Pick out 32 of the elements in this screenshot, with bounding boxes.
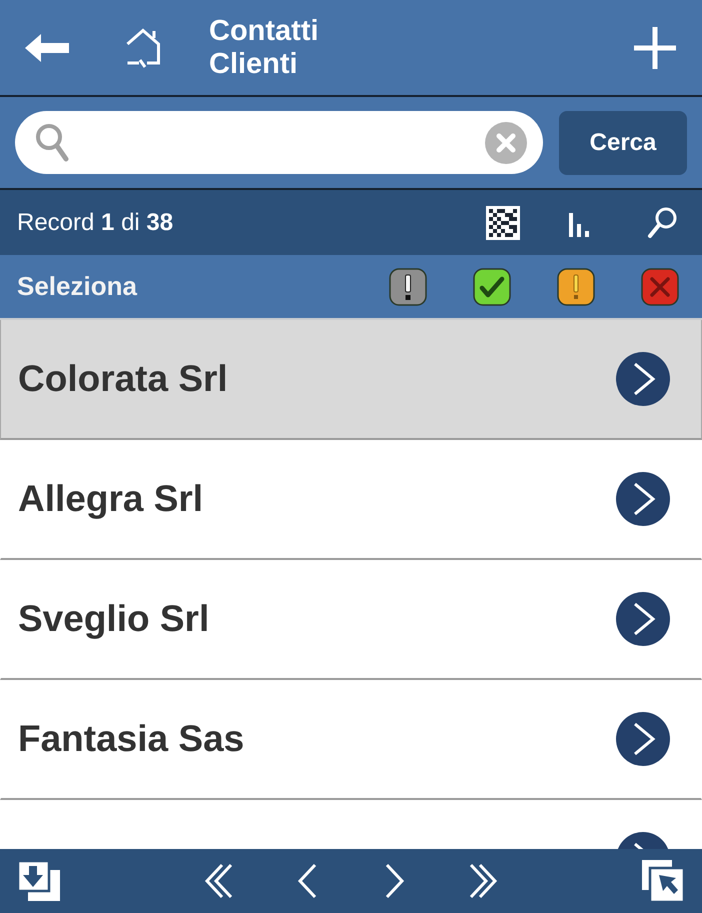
cross-icon[interactable] <box>641 268 679 306</box>
exclamation-icon[interactable] <box>557 268 595 306</box>
company-name: Sveglio Srl <box>18 598 210 640</box>
chevron-circle-icon[interactable] <box>616 352 670 406</box>
company-name: Fantasia Sas <box>18 718 244 760</box>
home-button[interactable] <box>125 28 161 68</box>
page-title: Contatti Clienti <box>209 14 320 80</box>
qr-code-icon <box>486 206 520 240</box>
search-button[interactable] <box>647 206 677 238</box>
select-label: Seleziona <box>17 271 137 302</box>
search-icon <box>35 122 69 162</box>
download-icon <box>18 861 60 901</box>
back-arrow-icon <box>25 34 69 62</box>
chevron-circle-icon[interactable] <box>616 592 670 646</box>
company-name: Allegra Srl <box>18 478 204 520</box>
chevron-circle-icon[interactable] <box>616 712 670 766</box>
search-button[interactable]: Cerca <box>559 110 687 174</box>
checkmark-icon[interactable] <box>473 268 511 306</box>
record-counter: Record 1 di 38 <box>17 208 174 236</box>
select-window-button[interactable] <box>642 860 684 902</box>
list-row[interactable]: Colorata Srl <box>0 320 702 440</box>
window-cursor-icon <box>642 860 684 902</box>
back-button[interactable] <box>25 34 69 62</box>
qr-code-button[interactable] <box>486 206 520 240</box>
add-button[interactable] <box>634 26 676 68</box>
company-name: Colorata Srl <box>18 358 228 400</box>
download-button[interactable] <box>18 861 60 901</box>
home-icon <box>125 28 161 68</box>
exclamation-icon[interactable] <box>389 268 427 306</box>
plus-icon <box>634 26 676 68</box>
search-icon <box>647 206 677 238</box>
chevron-circle-icon[interactable] <box>616 472 670 526</box>
